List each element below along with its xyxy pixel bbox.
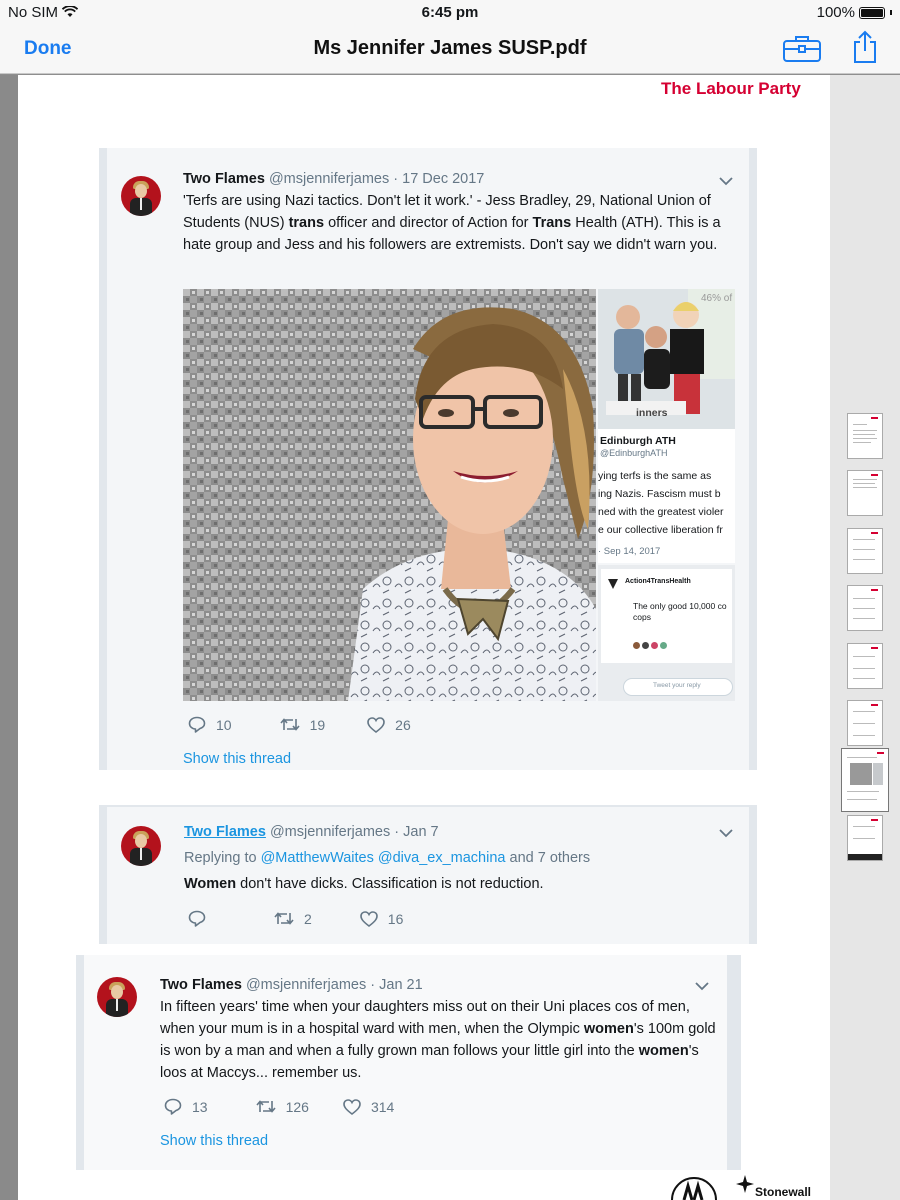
like-count: 314 [370, 1098, 395, 1115]
embedded-account-handle: @EdinburghATH [600, 448, 668, 458]
embedded-tweet-line: ying terfs is the same as [598, 470, 712, 482]
show-thread-link[interactable]: Show this thread [183, 751, 291, 767]
reply-button[interactable] [188, 910, 216, 927]
document-title: Ms Jennifer James SUSP.pdf [313, 37, 587, 59]
page-thumbnail[interactable] [847, 413, 883, 459]
author-handle[interactable]: @msjenniferjames [270, 824, 390, 840]
reply-button[interactable]: 10 [188, 716, 232, 733]
retweet-button[interactable]: 126 [255, 1098, 309, 1115]
retweet-count: 2 [304, 910, 312, 927]
navigation-bar: Done Ms Jennifer James SUSP.pdf [0, 24, 900, 74]
show-thread-link[interactable]: Show this thread [160, 1133, 268, 1149]
tweet-header: Two Flames @msjenniferjames · 17 Dec 201… [183, 171, 484, 187]
page-thumbnail[interactable] [847, 528, 883, 574]
left-margin [0, 75, 18, 1200]
page-thumbnail[interactable] [847, 643, 883, 689]
reply-icon [188, 910, 206, 927]
ath-logo-icon [608, 579, 618, 589]
embedded-tweet-line: e our collective liberation fr [598, 524, 723, 536]
reply-mentions[interactable]: @MatthewWaites @diva_ex_machina [261, 850, 506, 866]
replying-to: Replying to @MatthewWaites @diva_ex_mach… [184, 850, 591, 866]
liker-avatars [633, 642, 667, 649]
author-handle[interactable]: @msjenniferjames [269, 171, 389, 187]
tweet-date[interactable]: · Jan 21 [370, 977, 422, 993]
page-thumbnail[interactable] [847, 815, 883, 861]
toolbox-icon[interactable] [782, 33, 822, 63]
tweet-photo[interactable] [183, 289, 596, 701]
page-thumbnail[interactable] [847, 700, 883, 746]
reply-count: 10 [216, 716, 232, 733]
tweet-header: Two Flames @msjenniferjames · Jan 21 [160, 977, 423, 993]
page-thumbnail-current[interactable] [841, 748, 889, 812]
battery-icon [859, 6, 885, 19]
retweet-button[interactable]: 19 [279, 716, 326, 733]
thumbnail-sidebar[interactable] [830, 75, 900, 1200]
embedded-tweet-date: · Sep 14, 2017 [598, 546, 661, 557]
share-icon[interactable] [852, 30, 878, 64]
embedded-reply-box: Tweet your reply [653, 682, 701, 689]
tweet-actions: 10 19 26 [188, 716, 411, 733]
like-button[interactable]: 26 [367, 717, 411, 733]
status-time: 6:45 pm [421, 4, 479, 21]
stonewall-logo-text: Stonewall [755, 1185, 812, 1199]
avatar[interactable] [97, 977, 137, 1017]
retweet-count: 126 [285, 1098, 309, 1115]
embedded-account-name-2: Action4TransHealth [625, 578, 691, 585]
positive-about-people-logo [671, 1177, 717, 1200]
embedded-tweet-line: ned with the greatest violer [598, 506, 724, 518]
portrait-image [183, 289, 596, 701]
reply-button[interactable]: 13 [164, 1098, 208, 1115]
embedded-tweet-line-2: The only good 10,000 co [633, 601, 727, 611]
chevron-down-icon[interactable] [719, 829, 733, 838]
battery-indicator: 100% [817, 4, 892, 21]
retweet-icon [279, 718, 300, 731]
tweet-media-screenshot-2[interactable]: Action4TransHealth The only good 10,000 … [598, 565, 735, 701]
retweet-icon [274, 912, 294, 925]
reply-count: 13 [192, 1098, 208, 1115]
embedded-account-name: Edinburgh ATH [600, 435, 676, 447]
tweet-text: In fifteen years' time when your daughte… [160, 999, 716, 1081]
retweet-button[interactable]: 2 [274, 911, 312, 927]
tweet-text: 'Terfs are using Nazi tactics. Don't let… [183, 193, 721, 253]
heart-icon [367, 716, 385, 733]
page-thumbnail[interactable] [847, 470, 883, 516]
author-name[interactable]: Two Flames [184, 824, 266, 840]
battery-percent: 100% [816, 4, 855, 21]
tweet-actions: 13 126 314 [164, 1098, 394, 1115]
poster-text: 46% of p [701, 293, 735, 304]
tweet-header: Two Flames @msjenniferjames · Jan 7 [184, 824, 439, 840]
retweet-icon [255, 1100, 276, 1113]
embedded-tweet-line: ing Nazis. Fascism must b [598, 488, 721, 500]
retweet-count: 19 [309, 716, 326, 733]
tweet-date[interactable]: · Jan 7 [394, 824, 438, 840]
tweet-text: Women don't have dicks. Classification i… [184, 876, 544, 892]
reply-icon [164, 1098, 182, 1115]
page-thumbnail[interactable] [847, 585, 883, 631]
stonewall-star-icon [736, 1175, 754, 1193]
author-name[interactable]: Two Flames [183, 171, 265, 187]
heart-icon [343, 1098, 361, 1115]
tweet-date[interactable]: · 17 Dec 2017 [393, 171, 484, 187]
reply-icon [188, 716, 206, 733]
author-handle[interactable]: @msjenniferjames [246, 977, 366, 993]
labour-party-header: The Labour Party [661, 79, 801, 98]
heart-icon [359, 910, 378, 927]
avatar[interactable] [121, 176, 161, 216]
author-name[interactable]: Two Flames [160, 977, 242, 993]
avatar[interactable] [121, 826, 161, 866]
like-count: 16 [387, 910, 404, 927]
like-button[interactable]: 16 [359, 910, 404, 927]
embedded-tweet-line-2: cops [633, 612, 651, 622]
like-button[interactable]: 314 [343, 1099, 394, 1115]
chevron-down-icon[interactable] [719, 177, 733, 186]
chevron-down-icon[interactable] [695, 982, 709, 991]
tweet-actions: 2 16 [188, 910, 403, 927]
banner-text: inners [636, 407, 668, 419]
tweet-media-screenshot[interactable]: 46% of p inners Edinburgh ATH @Edinburgh… [598, 289, 735, 563]
like-count: 26 [395, 716, 411, 733]
status-bar: No SIM 6:45 pm 100% [0, 0, 900, 24]
